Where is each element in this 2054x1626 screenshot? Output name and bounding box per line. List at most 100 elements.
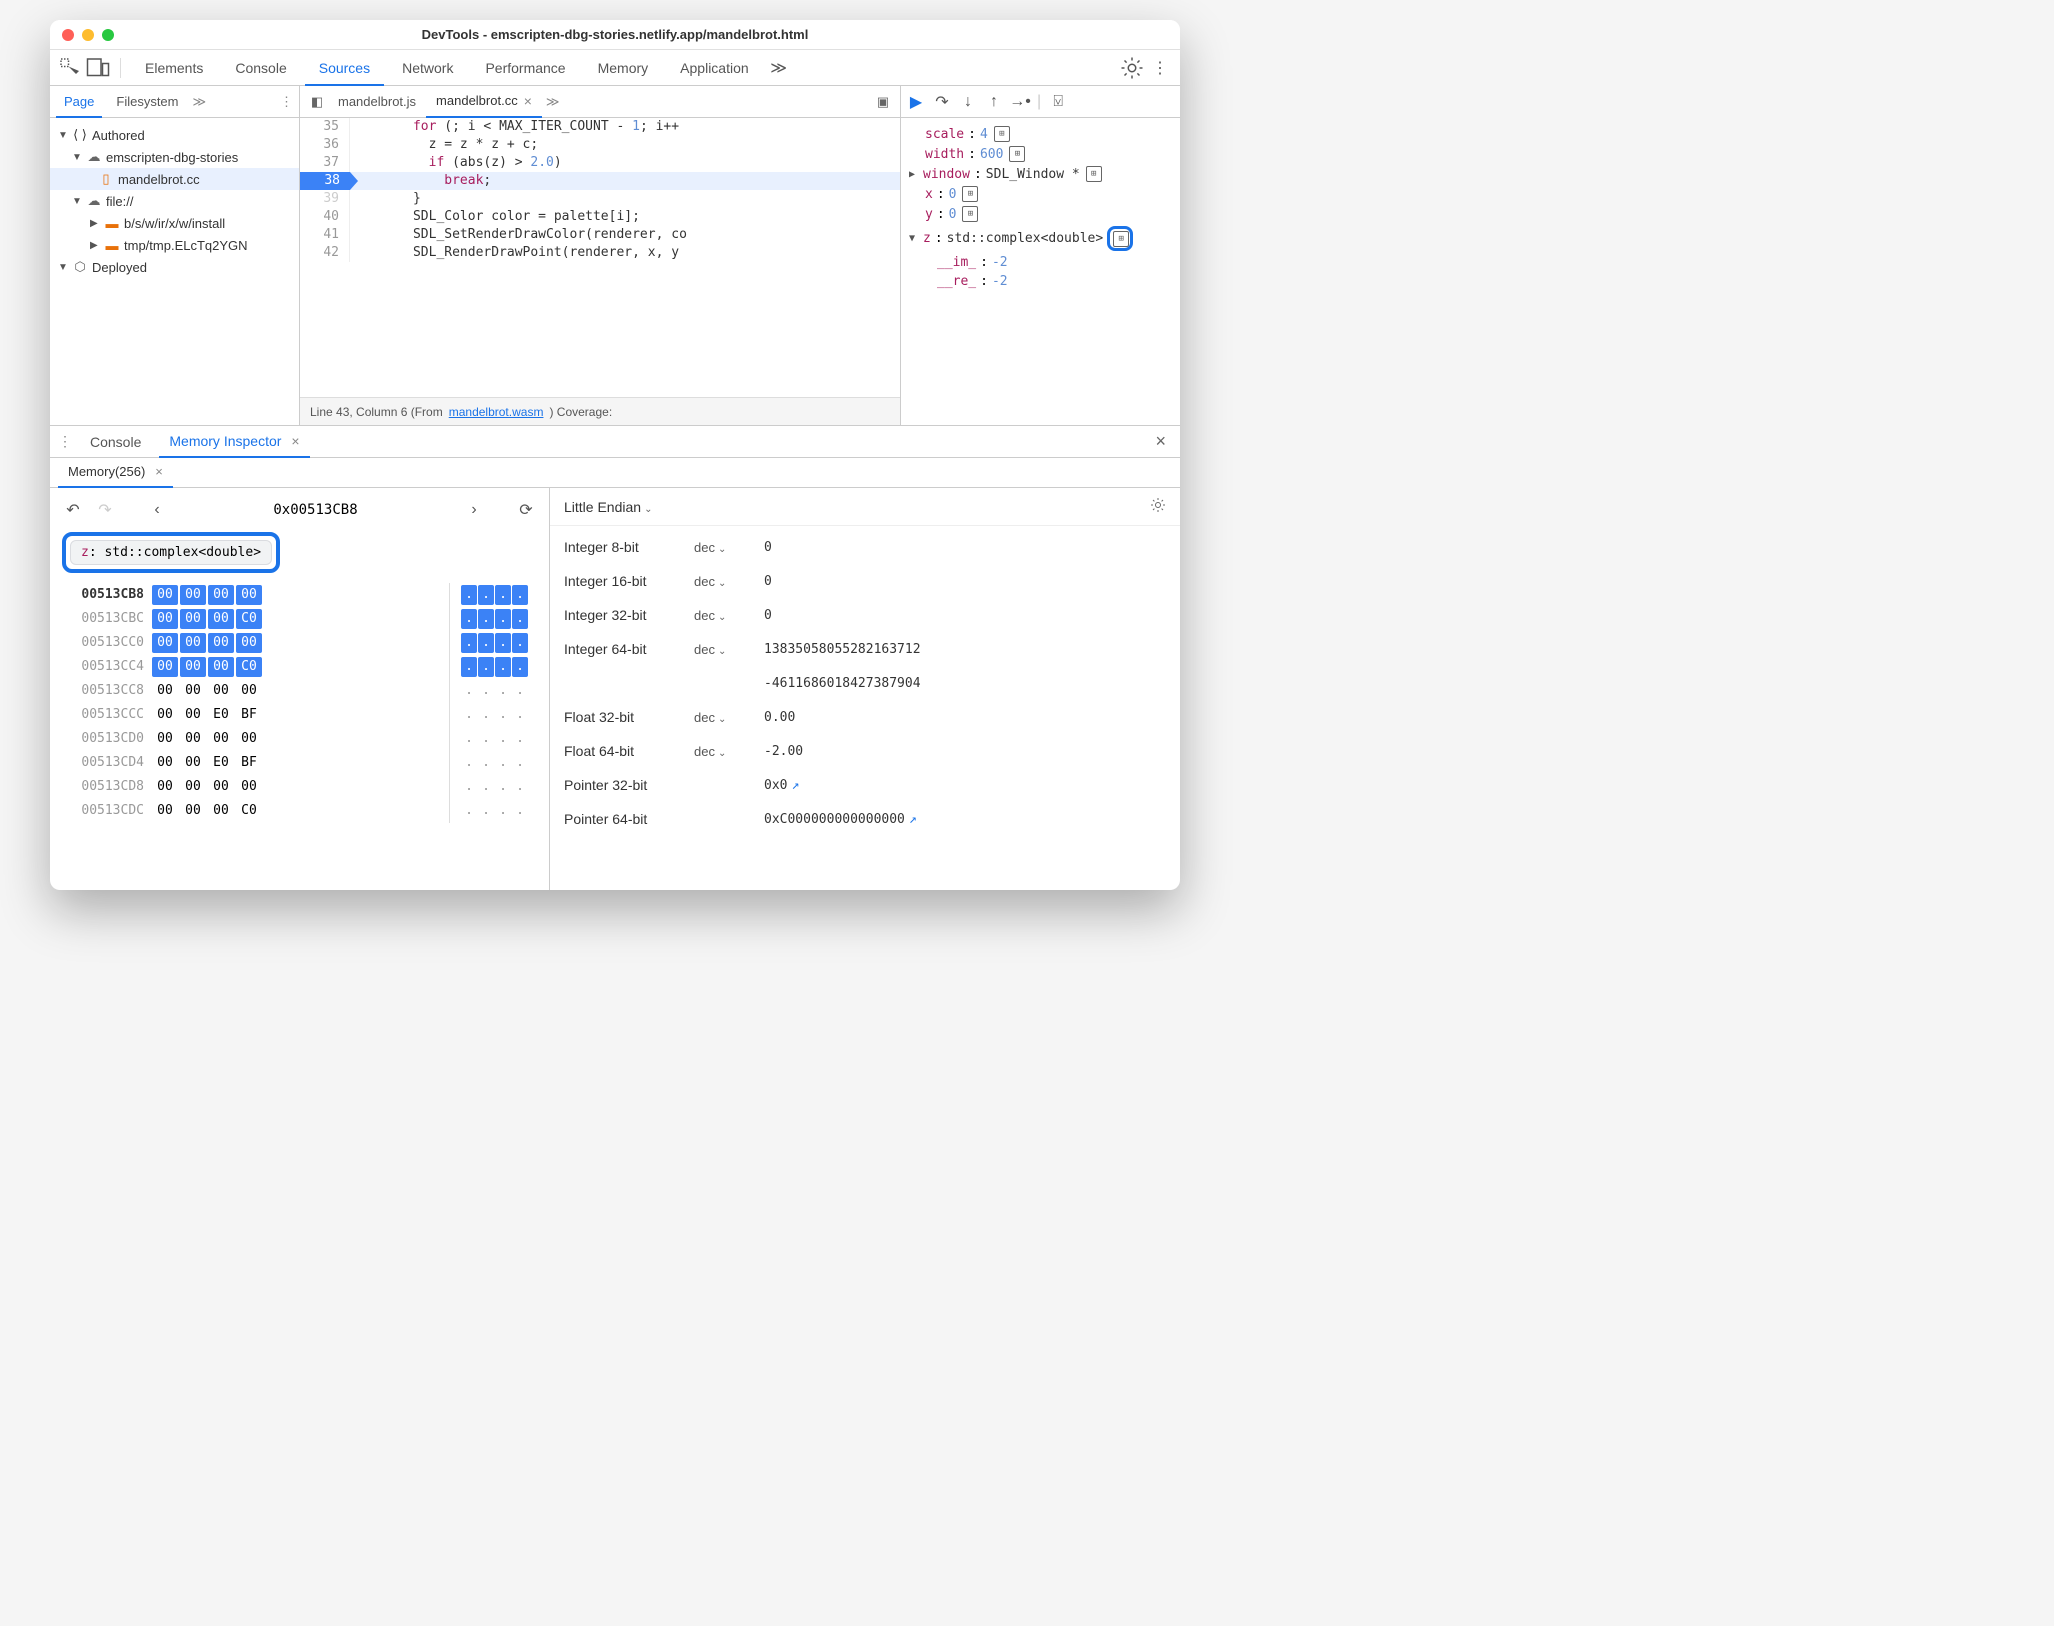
address-input[interactable] [178,498,453,522]
var-scale[interactable]: scale: 4⊞ [909,124,1172,144]
more-icon[interactable]: ≫ [193,94,207,110]
tree-node-fileorigin[interactable]: ▼☁file:// [50,190,299,212]
format-select[interactable]: dec⌄ [694,574,764,589]
format-select[interactable]: dec⌄ [694,744,764,759]
interp-row: Integer 8-bitdec⌄0 [564,530,1166,564]
tree-node-deployed[interactable]: ▼⬡Deployed [50,256,299,278]
tab-network[interactable]: Network [388,50,467,86]
tab-console[interactable]: Console [221,50,300,86]
deactivate-breakpoints-icon[interactable]: ⍌ [1049,93,1067,111]
step-icon[interactable]: →• [1011,93,1029,111]
hex-bytes[interactable]: 00000000 [152,631,449,655]
chip-z[interactable]: z: std::complex<double> [70,540,272,565]
hex-bytes[interactable]: 00000000 [152,775,449,799]
format-select[interactable]: dec⌄ [694,642,764,657]
code-editor[interactable]: 35 for (; i < MAX_ITER_COUNT - 1; i++ 36… [300,118,900,397]
redo-icon[interactable]: ↷ [94,499,116,521]
resume-icon[interactable]: ▶ [907,93,925,111]
hex-bytes[interactable]: 000000C0 [152,607,449,631]
format-select[interactable]: dec⌄ [694,710,764,725]
memory-icon[interactable]: ⊞ [962,206,978,222]
wasm-link[interactable]: mandelbrot.wasm [449,405,544,419]
endian-select[interactable]: Little Endian⌄ [564,499,652,515]
prev-icon[interactable]: ‹ [146,499,168,521]
debug-panel: ▶ ↷ ↓ ↑ →• | ⍌ scale: 4⊞ width: 600⊞ ▶wi… [900,86,1180,425]
more-icon[interactable]: ≫ [542,94,564,110]
close-icon[interactable]: × [524,85,532,117]
tree-node-origin[interactable]: ▼☁emscripten-dbg-stories [50,146,299,168]
interp-rows: Integer 8-bitdec⌄0Integer 16-bitdec⌄0Int… [550,526,1180,840]
close-drawer-icon[interactable]: × [1149,431,1172,452]
kebab-icon[interactable]: ⋮ [280,94,293,110]
inspect-icon[interactable] [58,56,82,80]
hex-bytes[interactable]: 00000000 [152,727,449,751]
interp-label: Float 64-bit [564,743,694,759]
memory-icon[interactable]: ⊞ [1009,146,1025,162]
maximize-icon[interactable] [102,29,114,41]
memory-icon[interactable]: ⊞ [1086,166,1102,182]
window-title: DevTools - emscripten-dbg-stories.netlif… [422,27,809,42]
memory-icon[interactable]: ⊞ [962,186,978,202]
var-im[interactable]: __im_: -2 [909,253,1172,272]
tab-elements[interactable]: Elements [131,50,217,86]
tab-memory[interactable]: Memory [584,50,663,86]
memory-icon[interactable]: ⊞ [994,126,1010,142]
step-out-icon[interactable]: ↑ [985,93,1003,111]
var-width[interactable]: width: 600⊞ [909,144,1172,164]
step-into-icon[interactable]: ↓ [959,93,977,111]
minimize-icon[interactable] [82,29,94,41]
var-x[interactable]: x: 0⊞ [909,184,1172,204]
tree-node-authored[interactable]: ▼⟨ ⟩Authored [50,124,299,146]
editor-tab-js[interactable]: mandelbrot.js [328,86,426,118]
tree-node-file[interactable]: ▯mandelbrot.cc [50,168,299,190]
var-re[interactable]: __re_: -2 [909,272,1172,291]
var-z[interactable]: ▼z: std::complex<double>⊞ [909,224,1172,253]
tree-node-folder1[interactable]: ▶▬b/s/w/ir/x/w/install [50,212,299,234]
step-over-icon[interactable]: ↷ [933,93,951,111]
kebab-icon[interactable]: ⋮ [1148,56,1172,80]
next-icon[interactable]: › [463,499,485,521]
chips: z: std::complex<double> [62,532,537,573]
file-tree: ▼⟨ ⟩Authored ▼☁emscripten-dbg-stories ▯m… [50,118,299,284]
sidebar-tabs: Page Filesystem ≫ ⋮ [50,86,299,118]
drawer-tab-memory-inspector[interactable]: Memory Inspector× [159,426,309,458]
hex-nav: ↶ ↷ ‹ › ⟳ [62,498,537,522]
gear-icon[interactable] [1150,497,1166,516]
close-icon[interactable] [62,29,74,41]
debug-toggle-icon[interactable]: ▣ [872,91,894,113]
refresh-icon[interactable]: ⟳ [515,499,537,521]
tab-filesystem[interactable]: Filesystem [108,86,186,118]
drawer-tab-console[interactable]: Console [80,426,151,458]
var-y[interactable]: y: 0⊞ [909,204,1172,224]
interp-value: 0 [764,608,1166,623]
undo-icon[interactable]: ↶ [62,499,84,521]
tab-performance[interactable]: Performance [471,50,579,86]
tab-sources[interactable]: Sources [305,50,384,86]
hex-bytes[interactable]: 000000C0 [152,655,449,679]
tree-node-folder2[interactable]: ▶▬tmp/tmp.ELcTq2YGN [50,234,299,256]
gear-icon[interactable] [1120,56,1144,80]
close-icon[interactable]: × [291,425,299,457]
more-tabs-icon[interactable]: ≫ [767,56,791,80]
memory-icon[interactable]: ⊞ [1113,231,1129,247]
external-link-icon[interactable]: ↗ [909,812,917,827]
tab-page[interactable]: Page [56,86,102,118]
format-select[interactable]: dec⌄ [694,540,764,555]
format-select[interactable]: dec⌄ [694,608,764,623]
hex-bytes[interactable]: 00000000 [152,583,449,607]
external-link-icon[interactable]: ↗ [791,778,799,793]
memory-tab-256[interactable]: Memory(256)× [58,458,173,488]
hex-grid[interactable]: 00513CB800000000....00513CBC000000C0....… [62,583,537,823]
var-window[interactable]: ▶window: SDL_Window *⊞ [909,164,1172,184]
hex-bytes[interactable]: 00000000 [152,679,449,703]
editor-tab-cc[interactable]: mandelbrot.cc× [426,86,542,118]
hex-bytes[interactable]: 0000E0BF [152,751,449,775]
nav-toggle-icon[interactable]: ◧ [306,91,328,113]
editor-tabs: ◧ mandelbrot.js mandelbrot.cc× ≫ ▣ [300,86,900,118]
device-icon[interactable] [86,56,110,80]
close-icon[interactable]: × [155,457,163,487]
hex-bytes[interactable]: 0000E0BF [152,703,449,727]
hex-bytes[interactable]: 000000C0 [152,799,449,823]
kebab-icon[interactable]: ⋮ [58,433,72,450]
tab-application[interactable]: Application [666,50,763,86]
